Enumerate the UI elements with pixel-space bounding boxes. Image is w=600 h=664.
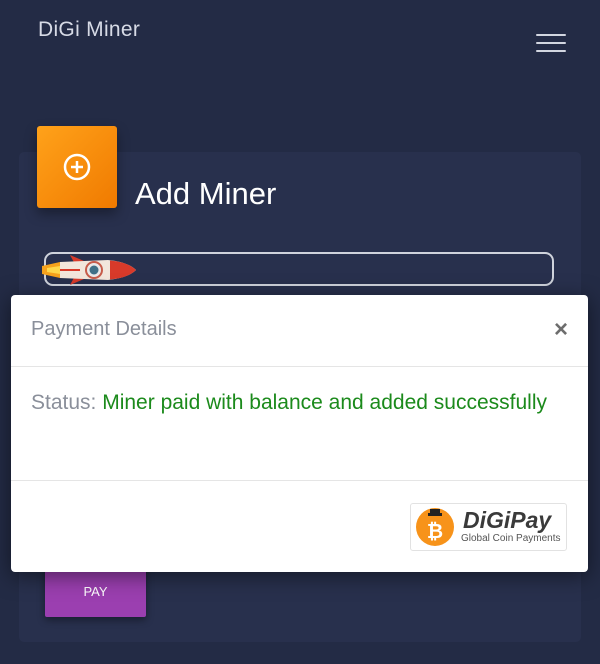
- digipay-logo[interactable]: ₿ DiGiPay Global Coin Payments: [410, 503, 567, 551]
- bitcoin-coin-icon: ₿: [415, 507, 455, 547]
- close-icon[interactable]: ×: [554, 316, 568, 344]
- svg-text:₿: ₿: [427, 519, 443, 543]
- status-label: Status:: [31, 391, 97, 414]
- modal-header: Payment Details ×: [11, 295, 588, 367]
- payment-details-modal: Payment Details × Status: Miner paid wit…: [11, 295, 588, 572]
- rocket-icon: [40, 246, 140, 294]
- modal-title: Payment Details: [31, 318, 177, 340]
- digipay-tagline: Global Coin Payments: [461, 533, 561, 544]
- top-navbar: DiGi Miner: [0, 0, 600, 80]
- app-title[interactable]: DiGi Miner: [38, 18, 140, 42]
- digipay-name: DiGiPay: [463, 507, 552, 533]
- plus-circle-icon: [37, 126, 117, 208]
- card-title: Add Miner: [135, 176, 277, 211]
- status-message: Miner paid with balance and added succes…: [102, 391, 547, 414]
- modal-body: Status: Miner paid with balance and adde…: [31, 387, 551, 419]
- hamburger-menu-icon[interactable]: [536, 34, 566, 54]
